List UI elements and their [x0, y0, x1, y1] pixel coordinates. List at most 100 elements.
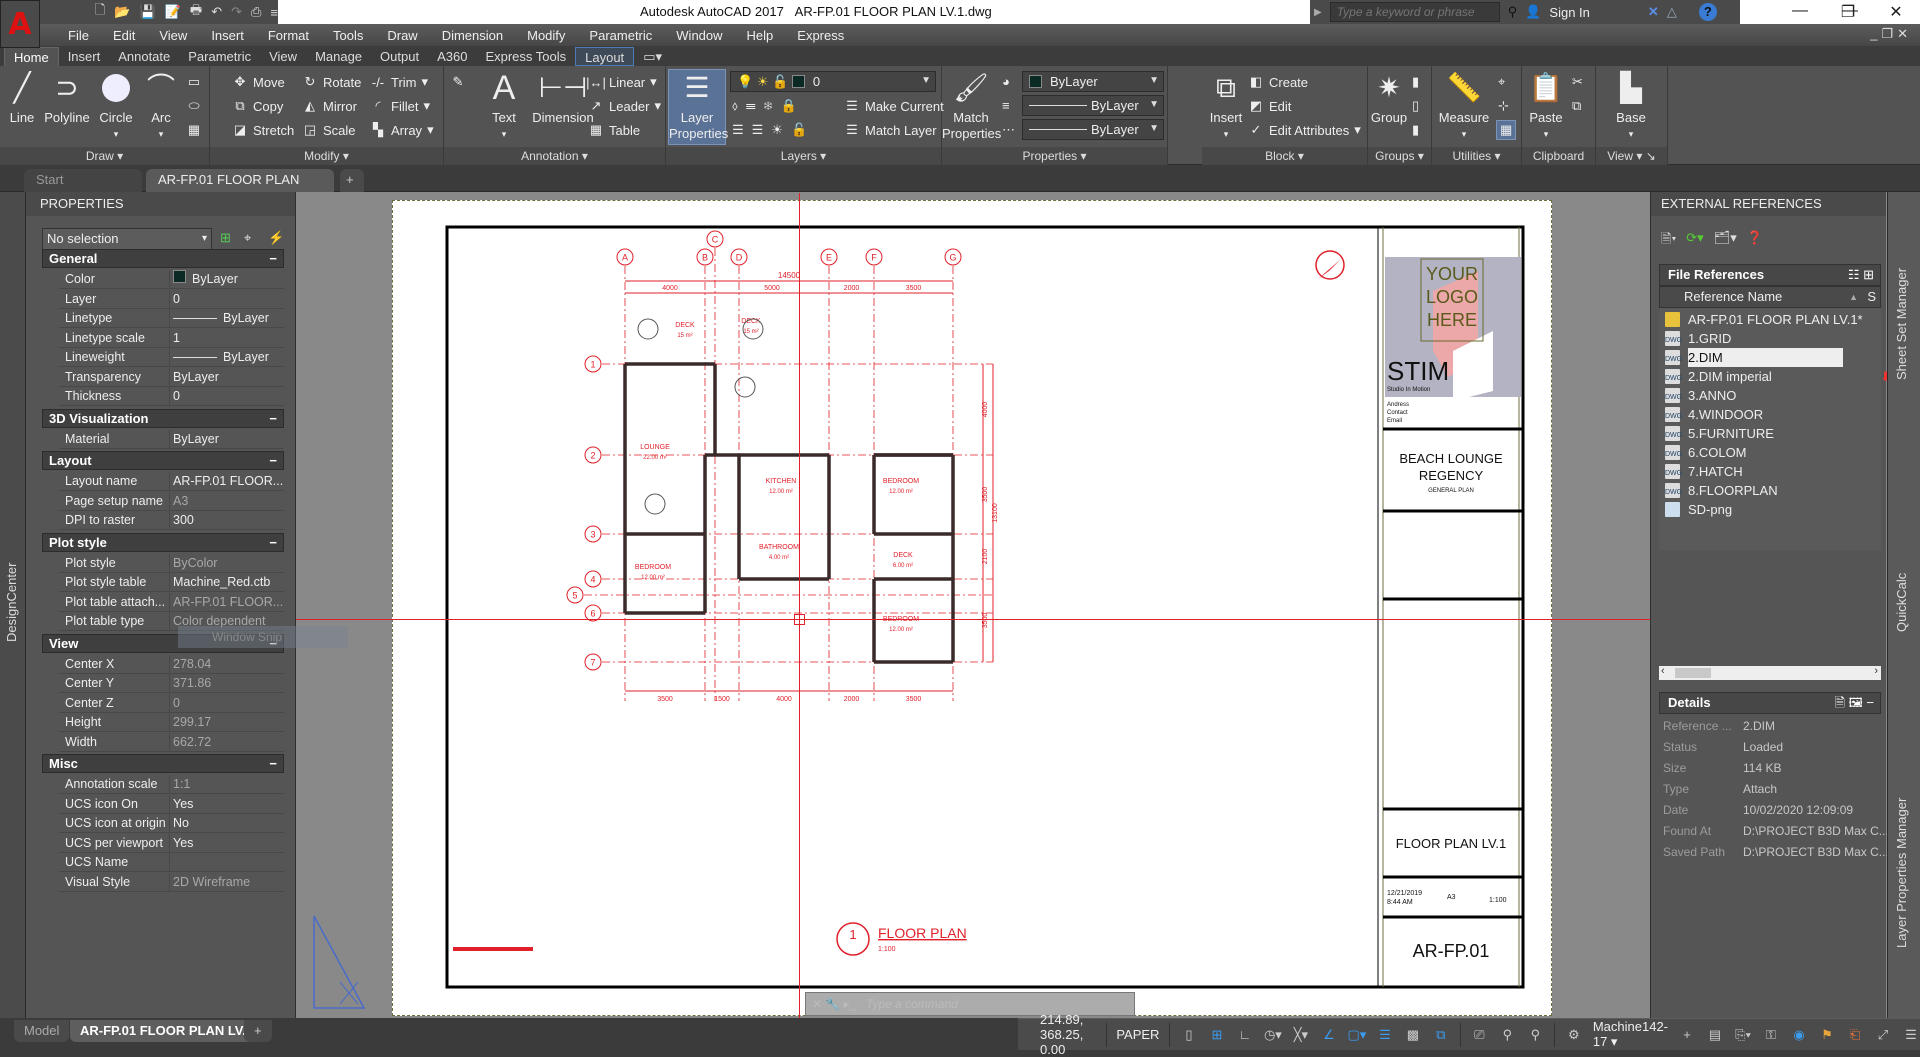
make-current-button[interactable]: ☰ Make Current [844, 98, 944, 114]
panel-title-block[interactable]: Block ▾ [1202, 147, 1367, 165]
mirror-button[interactable]: ◭ Mirror [302, 98, 357, 114]
object-snap-tracking-icon[interactable]: ∠ [1320, 1024, 1338, 1046]
xref-help-icon[interactable]: ❓ [1747, 230, 1763, 252]
collapse-icon[interactable]: − [269, 250, 277, 267]
arc-button[interactable]: ⌒ Arc ▾ [142, 70, 180, 142]
paste-button[interactable]: 📋 Paste ▾ [1526, 70, 1566, 142]
property-value[interactable]: AR-FP.01 FLOOR... [173, 472, 283, 491]
isodraft-icon[interactable]: ╳▾ [1292, 1024, 1310, 1046]
save-icon[interactable]: 💾 [140, 4, 156, 20]
ribbon-toggle-icon[interactable]: ▭▾ [634, 47, 671, 66]
menu-help[interactable]: Help [735, 28, 786, 43]
panel-title-layers[interactable]: Layers ▾ [666, 147, 941, 165]
property-value[interactable]: ByColor [173, 554, 217, 573]
property-row[interactable]: UCS icon On Yes [59, 794, 284, 814]
property-value[interactable]: 300 [173, 511, 194, 530]
property-row[interactable]: UCS per viewport Yes [59, 833, 284, 853]
property-row[interactable]: Linetype ByLayer [59, 309, 284, 328]
publish-icon[interactable]: ⎙ [251, 4, 261, 20]
create-block-button[interactable]: ◧ Create [1248, 74, 1308, 90]
panel-title-properties[interactable]: Properties ▾ [942, 147, 1167, 165]
menu-express[interactable]: Express [785, 28, 856, 43]
match-layer-button[interactable]: ☰ Match Layer [844, 122, 936, 138]
save-as-icon[interactable]: 📝 [165, 4, 181, 20]
selection-dropdown[interactable]: No selection ▾ [42, 228, 212, 250]
base-button[interactable]: ▙ Base ▾ [1610, 70, 1652, 142]
panel-title-utilities[interactable]: Utilities ▾ [1432, 147, 1521, 165]
table-button[interactable]: ▦ Table [588, 122, 640, 138]
tab-active-drawing[interactable]: AR-FP.01 FLOOR PLAN LV.1* ✕ [146, 169, 334, 209]
property-row[interactable]: Width 662.72 [59, 732, 284, 752]
tab-model[interactable]: Model [14, 1020, 70, 1042]
property-row[interactable]: DPI to raster 300 [59, 511, 284, 530]
property-row[interactable]: Transparency ByLayer [59, 367, 284, 387]
quickcalc-icon[interactable]: ▦ [1496, 120, 1517, 140]
annotation-visibility-icon[interactable]: ⚲ [1498, 1024, 1516, 1046]
menu-format[interactable]: Format [256, 28, 321, 43]
move-button[interactable]: ✥ Move [232, 74, 285, 90]
copy-clip-icon[interactable]: ⧉ [1572, 98, 1581, 114]
id-point-icon[interactable]: ⊹ [1498, 98, 1509, 114]
tab-layout[interactable]: Layout [575, 47, 635, 66]
fullscreen-icon[interactable]: ⤢ [1874, 1024, 1892, 1046]
collapse-icon[interactable]: − [269, 755, 277, 772]
change-path-icon[interactable]: 🗂▾ [1714, 230, 1737, 252]
property-value[interactable]: 371.86 [173, 674, 211, 693]
property-row[interactable]: Annotation scale 1:1 [59, 775, 284, 794]
quick-properties-icon[interactable]: ⎘▾ [1734, 1024, 1752, 1046]
xref-item[interactable]: DWG 7.HATCH [1665, 462, 1885, 481]
property-value[interactable]: ByLayer [173, 348, 269, 367]
lineweight-dropdown[interactable]: ByLayer ▼ [1022, 95, 1164, 116]
xref-item[interactable]: AR-FP.01 FLOOR PLAN LV.1* [1665, 310, 1885, 329]
tab-annotate[interactable]: Annotate [109, 47, 179, 66]
property-value[interactable]: 662.72 [173, 733, 211, 752]
match-properties-button[interactable]: 🖌 Match Properties [942, 70, 1001, 142]
quick-select-icon[interactable]: ⚡ [268, 230, 284, 246]
tab-home[interactable]: Home [4, 47, 59, 66]
copy-button[interactable]: ⧉ Copy [232, 98, 283, 114]
paper-space-toggle[interactable]: PAPER [1116, 1027, 1159, 1042]
scale-button[interactable]: ◲ Scale [302, 122, 356, 138]
rotate-button[interactable]: ↻ Rotate [302, 74, 362, 90]
property-row[interactable]: Lineweight ByLayer [59, 348, 284, 367]
xref-hscrollbar[interactable]: ‹ › [1659, 665, 1881, 680]
property-row[interactable]: Layout name AR-FP.01 FLOOR... [59, 472, 284, 491]
application-menu-button[interactable]: A [0, 0, 40, 48]
designcenter-bar[interactable]: DesignCenter [0, 192, 26, 1018]
property-value[interactable]: 0 [173, 290, 180, 309]
property-row[interactable]: Plot table attach... AR-FP.01 FLOOR... [59, 592, 284, 612]
clean-screen-icon[interactable]: ⎗ [1846, 1024, 1864, 1046]
add-layout-button[interactable]: + [244, 1020, 272, 1042]
panel-title-clipboard[interactable]: Clipboard [1522, 147, 1595, 165]
property-value[interactable]: 1 [173, 329, 180, 348]
menu-dimension[interactable]: Dimension [430, 28, 515, 43]
undo-icon[interactable]: ↶ [211, 4, 222, 20]
xref-item[interactable]: SD-png [1665, 500, 1885, 519]
panel-title-modify[interactable]: Modify ▾ [210, 147, 443, 165]
object-snap-icon[interactable]: ▢▾ [1348, 1024, 1367, 1046]
xref-item[interactable]: DWG 2.DIM [1665, 348, 1885, 367]
document-window-controls[interactable]: _❐✕ [1870, 26, 1912, 42]
polyline-button[interactable]: ⊃ Polyline [42, 70, 92, 126]
lock-ui-icon[interactable]: ⚿ [1762, 1024, 1780, 1046]
layer-tools-row1[interactable]: ⬨☰❄🔒 [732, 98, 805, 114]
menu-edit[interactable]: Edit [101, 28, 147, 43]
property-row[interactable]: Linetype scale 1 [59, 328, 284, 348]
panel-title-draw[interactable]: Draw ▾ [0, 147, 209, 165]
infer-constraints-icon[interactable]: ⊞ [1208, 1024, 1226, 1046]
select-objects-icon[interactable]: ⌖ [244, 230, 251, 246]
property-value[interactable]: 1:1 [173, 775, 190, 794]
customization-menu-icon[interactable]: ☰ [1902, 1024, 1920, 1046]
tab-output[interactable]: Output [371, 47, 428, 66]
help-icon[interactable]: ? [1698, 3, 1717, 21]
attach-dwg-icon[interactable]: 🗎▾ [1661, 230, 1676, 252]
property-row[interactable]: Plot style ByColor [59, 553, 284, 573]
collapse-icon[interactable]: − [269, 410, 277, 427]
menu-view[interactable]: View [147, 28, 199, 43]
open-icon[interactable]: 📂 [114, 4, 130, 20]
ortho-icon[interactable]: ∟ [1236, 1024, 1254, 1046]
quick-select-icon[interactable]: ⌖ [1498, 74, 1505, 90]
circle-button[interactable]: Circle ▾ [96, 70, 136, 142]
new-icon[interactable]: 🗋 [95, 1, 105, 23]
layer-dropdown[interactable]: 💡 ☀ 🔓 0 ▼ [730, 71, 936, 92]
